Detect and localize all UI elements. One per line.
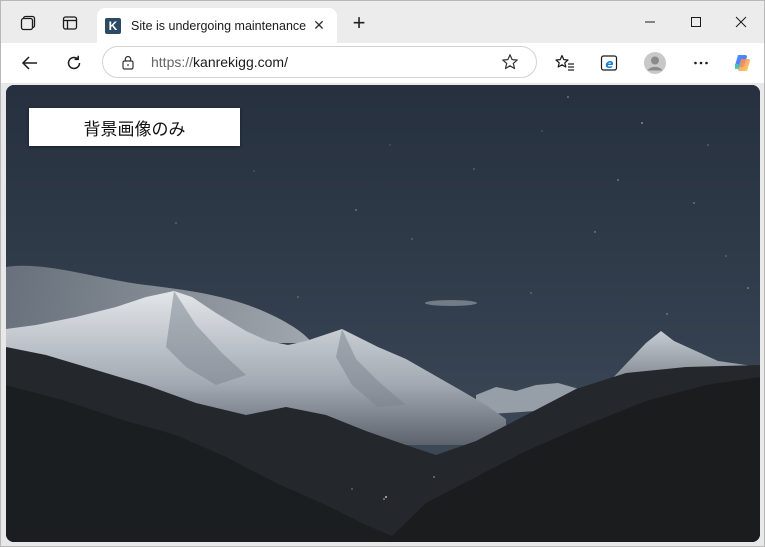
lock-icon[interactable] (121, 54, 135, 70)
tab-active[interactable]: K Site is undergoing maintenance ✕ (97, 8, 337, 43)
tab-strip: K Site is undergoing maintenance ✕ + (1, 1, 764, 43)
close-window-icon[interactable] (718, 7, 764, 37)
edge-icon[interactable]: e (594, 48, 624, 78)
caption-box: 背景画像のみ (29, 108, 240, 146)
svg-text:e: e (605, 57, 613, 71)
minimize-icon[interactable] (627, 7, 673, 37)
url-text[interactable]: https://kanrekigg.com/ (151, 54, 498, 70)
night-mountain-landscape (6, 85, 760, 542)
tab-close-icon[interactable]: ✕ (309, 16, 329, 36)
profile-icon[interactable] (640, 48, 670, 78)
maximize-icon[interactable] (673, 7, 719, 37)
workspaces-icon[interactable] (15, 10, 41, 36)
browser-window: K Site is undergoing maintenance ✕ + htt… (0, 0, 765, 547)
star-icon[interactable] (498, 50, 522, 74)
copilot-icon[interactable] (728, 48, 758, 78)
page-viewport: 背景画像のみ (6, 85, 760, 542)
address-bar[interactable]: https://kanrekigg.com/ (102, 46, 537, 78)
url-host: kanrekigg.com/ (193, 54, 288, 70)
navigation-toolbar: https://kanrekigg.com/ e (1, 43, 764, 83)
favorites-icon[interactable] (550, 48, 580, 78)
url-scheme: https:// (151, 54, 194, 70)
site-favicon-icon: K (105, 17, 121, 34)
tab-title: Site is undergoing maintenance (131, 18, 307, 33)
refresh-icon[interactable] (59, 48, 89, 78)
back-icon[interactable] (15, 48, 45, 78)
tab-actions-icon[interactable] (57, 10, 83, 36)
more-icon[interactable] (686, 48, 716, 78)
new-tab-button[interactable]: + (346, 10, 372, 36)
